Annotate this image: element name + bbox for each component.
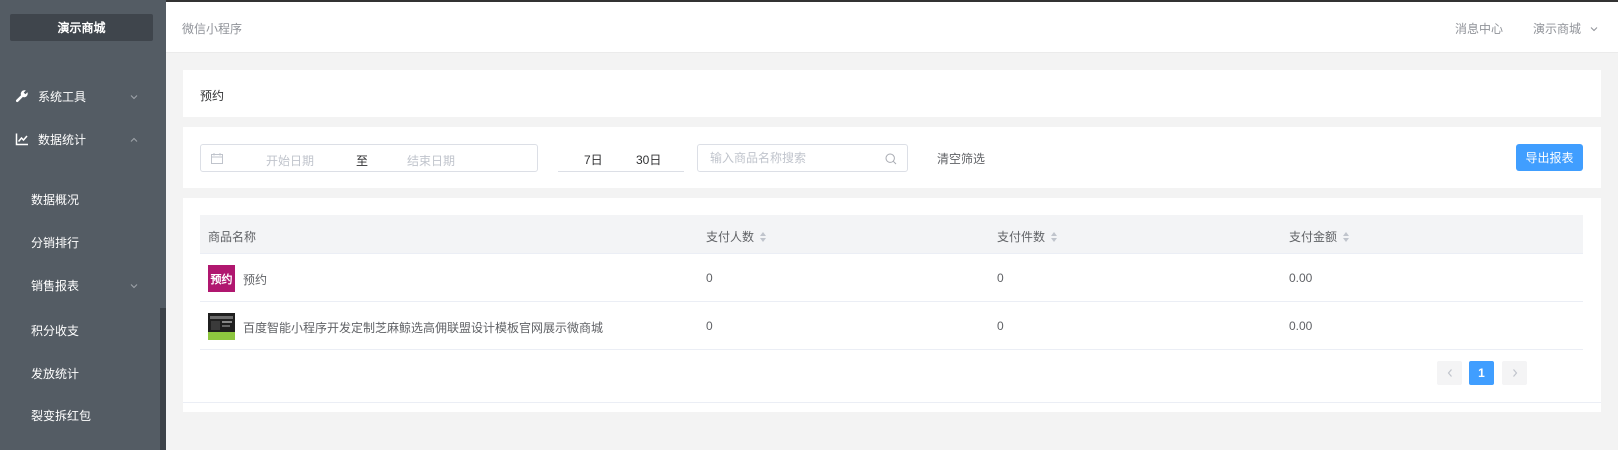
cell-items: 0: [997, 319, 1004, 333]
product-search-input[interactable]: [710, 150, 880, 166]
user-menu[interactable]: 演示商城: [1533, 20, 1581, 37]
page-title-panel: 预约: [183, 70, 1601, 117]
chevron-down-icon: [130, 90, 138, 100]
chevron-down-icon: [130, 279, 138, 289]
chevron-down-icon[interactable]: [1590, 22, 1598, 32]
sidebar-subitem-data-overview[interactable]: 数据概况: [0, 178, 160, 220]
breadcrumb[interactable]: 微信小程序: [182, 20, 242, 37]
column-header-name: 商品名称: [208, 230, 257, 244]
top-header: 微信小程序 消息中心 演示商城: [166, 0, 1618, 53]
column-header-items[interactable]: 支付件数: [997, 228, 1058, 245]
table-row: 预约 预约 0 0 0.00: [200, 254, 1583, 302]
header-top-line: [166, 0, 1618, 2]
cell-payers: 0: [706, 271, 713, 285]
goods-table: 商品名称 支付人数 支付件数 支付金额 预约 预约 0 0 0.00 百度智能小…: [200, 215, 1583, 350]
sort-icon[interactable]: [1050, 231, 1058, 243]
chevron-right-icon: [1512, 369, 1517, 377]
quick-7-days[interactable]: 7日: [584, 151, 603, 168]
filter-panel: 开始日期 至 结束日期 7日 30日 清空筛选 导出报表: [183, 127, 1601, 188]
date-separator: 至: [356, 154, 369, 168]
product-search-box: [697, 144, 908, 172]
cell-amount: 0.00: [1289, 271, 1313, 285]
cell-items: 0: [997, 271, 1004, 285]
product-name: 预约: [243, 273, 268, 287]
sidebar-item-label: 数据统计: [38, 132, 87, 147]
chevron-up-icon: [130, 133, 138, 142]
date-range-picker[interactable]: 开始日期 至 结束日期: [200, 144, 538, 172]
table-panel: 商品名称 支付人数 支付件数 支付金额 预约 预约 0 0 0.00 百度智能小…: [183, 198, 1601, 412]
sidebar: 演示商城 系统工具 数据统计 数据概况 分销排行 销售报表 积分收支 发放统计 …: [0, 0, 166, 450]
product-thumbnail: 预约: [208, 265, 235, 292]
end-date-input[interactable]: 结束日期: [407, 152, 455, 169]
quick-range-tabs: 7日 30日: [558, 144, 684, 172]
clear-filter-button[interactable]: 清空筛选: [937, 150, 985, 167]
table-row: 百度智能小程序开发定制芝麻鲸选高佣联盟设计模板官网展示微商城 0 0 0.00: [200, 302, 1583, 350]
sort-icon[interactable]: [759, 231, 767, 243]
sidebar-subitem-points[interactable]: 积分收支: [0, 309, 160, 351]
sidebar-subitem-sales-report[interactable]: 销售报表: [0, 264, 160, 306]
sidebar-subitem-label: 销售报表: [31, 278, 80, 293]
product-thumbnail: [208, 313, 235, 340]
search-icon[interactable]: [885, 153, 897, 165]
message-center-link[interactable]: 消息中心: [1455, 20, 1503, 37]
prev-page-button[interactable]: [1437, 361, 1462, 385]
sidebar-subitem-distribution-rank[interactable]: 分销排行: [0, 221, 160, 263]
quick-30-days[interactable]: 30日: [636, 151, 661, 168]
sidebar-item-label: 系统工具: [38, 89, 87, 104]
calendar-icon: [211, 153, 223, 164]
panel-divider: [183, 402, 1601, 403]
cell-amount: 0.00: [1289, 319, 1313, 333]
sort-icon[interactable]: [1342, 231, 1350, 243]
sidebar-item-system-tools[interactable]: 系统工具: [0, 75, 160, 117]
next-page-button[interactable]: [1502, 361, 1527, 385]
line-chart-icon: [15, 132, 29, 146]
sidebar-partial-item: [14, 44, 74, 50]
column-header-amount[interactable]: 支付金额: [1289, 228, 1350, 245]
chevron-left-icon: [1447, 369, 1452, 377]
start-date-input[interactable]: 开始日期: [266, 152, 314, 169]
product-name: 百度智能小程序开发定制芝麻鲸选高佣联盟设计模板官网展示微商城: [243, 321, 604, 335]
table-header: 商品名称 支付人数 支付件数 支付金额: [200, 215, 1583, 254]
sidebar-scrollbar[interactable]: [160, 308, 166, 450]
column-header-payers[interactable]: 支付人数: [706, 228, 767, 245]
sidebar-item-data-stats[interactable]: 数据统计: [0, 118, 160, 160]
sidebar-subitem-fission-redpacket[interactable]: 裂变拆红包: [0, 394, 160, 436]
export-report-button[interactable]: 导出报表: [1516, 144, 1583, 171]
brand-logo[interactable]: 演示商城: [10, 14, 153, 41]
sidebar-subitem-issue-stats[interactable]: 发放统计: [0, 352, 160, 394]
wrench-icon: [15, 89, 29, 103]
page-title: 预约: [200, 89, 225, 103]
page-number-current[interactable]: 1: [1469, 361, 1494, 385]
cell-payers: 0: [706, 319, 713, 333]
